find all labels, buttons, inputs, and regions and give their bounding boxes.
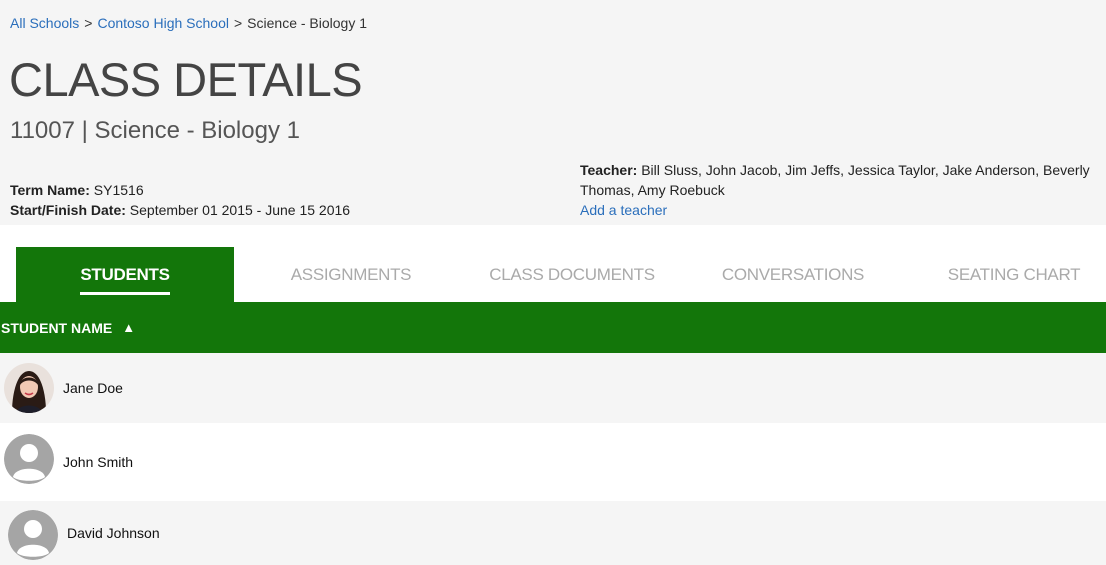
teacher-label: Teacher:: [580, 162, 638, 178]
breadcrumb-separator: >: [233, 15, 243, 31]
default-avatar-icon: [8, 510, 58, 560]
tab-class-documents[interactable]: CLASS DOCUMENTS: [462, 247, 682, 302]
student-name[interactable]: David Johnson: [67, 525, 160, 541]
breadcrumb: All Schools > Contoso High School > Science …: [10, 15, 367, 31]
term-name-line: Term Name: SY1516: [10, 180, 350, 200]
tab-students-label: STUDENTS: [80, 265, 170, 295]
tab-students[interactable]: STUDENTS: [16, 247, 234, 302]
term-name-value: SY1516: [93, 182, 144, 198]
breadcrumb-link-all-schools[interactable]: All Schools: [10, 15, 79, 31]
tab-conversations-label: CONVERSATIONS: [721, 264, 865, 284]
student-photo-icon: [4, 363, 54, 413]
teacher-info: Teacher: Bill Sluss, John Jacob, Jim Jef…: [580, 160, 1100, 220]
tab-conversations[interactable]: CONVERSATIONS: [683, 247, 903, 302]
tab-assignments-label: ASSIGNMENTS: [290, 264, 412, 284]
table-row[interactable]: Jane Doe: [0, 353, 1106, 423]
date-value: September 01 2015 - June 15 2016: [129, 202, 351, 218]
tab-seating-chart-label: SEATING CHART: [947, 264, 1081, 284]
breadcrumb-link-school[interactable]: Contoso High School: [97, 15, 229, 31]
student-name[interactable]: Jane Doe: [63, 380, 123, 396]
teacher-list: Bill Sluss, John Jacob, Jim Jeffs, Jessi…: [580, 162, 1090, 198]
table-row[interactable]: John Smith: [0, 423, 1106, 501]
term-name-label: Term Name:: [10, 182, 90, 198]
tab-assignments[interactable]: ASSIGNMENTS: [241, 247, 461, 302]
add-teacher-link[interactable]: Add a teacher: [580, 200, 1100, 220]
breadcrumb-separator: >: [84, 15, 93, 31]
page-title: CLASS DETAILS: [9, 53, 363, 106]
student-name[interactable]: John Smith: [63, 454, 133, 470]
sort-ascending-icon[interactable]: ▲: [122, 320, 135, 335]
date-line: Start/Finish Date: September 01 2015 - J…: [10, 200, 350, 220]
tab-bar: STUDENTS ASSIGNMENTS CLASS DOCUMENTS CON…: [0, 225, 1106, 302]
default-avatar-icon: [4, 434, 54, 484]
date-label: Start/Finish Date:: [10, 202, 126, 218]
class-subtitle: 11007 | Science - Biology 1: [10, 117, 300, 144]
tab-seating-chart[interactable]: SEATING CHART: [904, 247, 1106, 302]
teacher-line: Teacher: Bill Sluss, John Jacob, Jim Jef…: [580, 160, 1100, 200]
column-header-label: STUDENT NAME: [1, 319, 113, 336]
term-info: Term Name: SY1516 Start/Finish Date: Sep…: [10, 180, 350, 220]
photo-avatar: [4, 363, 54, 413]
tab-class-documents-label: CLASS DOCUMENTS: [489, 264, 655, 284]
breadcrumb-current: Science - Biology 1: [247, 15, 368, 31]
student-name-column-header[interactable]: STUDENT NAME ▲: [0, 302, 1106, 353]
table-row[interactable]: David Johnson: [0, 501, 1106, 565]
